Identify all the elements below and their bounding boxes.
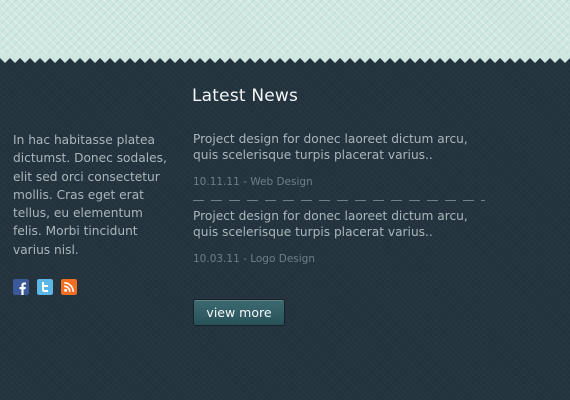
news-list: Project design for donec laoreet dictum … [193, 131, 493, 265]
zigzag-edge [0, 53, 570, 63]
news-item: Project design for donec laoreet dictum … [193, 208, 493, 265]
social-links [13, 279, 77, 295]
about-text: In hac habitasse platea dictumst. Donec … [13, 133, 167, 257]
rss-icon[interactable] [61, 279, 77, 295]
top-pattern-band [0, 0, 570, 58]
news-item: Project design for donec laoreet dictum … [193, 131, 493, 201]
news-meta: 10.11.11 - Web Design [193, 176, 313, 188]
twitter-icon[interactable] [37, 279, 53, 295]
news-divider [193, 200, 485, 201]
facebook-icon[interactable] [13, 279, 29, 295]
view-more-button[interactable]: view more [193, 299, 285, 326]
news-headline-link[interactable]: Project design for donec laoreet dictum … [193, 208, 493, 240]
latest-news-title: Latest News [192, 86, 299, 106]
news-meta: 10.03.11 - Logo Design [193, 253, 315, 265]
news-headline-link[interactable]: Project design for donec laoreet dictum … [193, 131, 493, 163]
